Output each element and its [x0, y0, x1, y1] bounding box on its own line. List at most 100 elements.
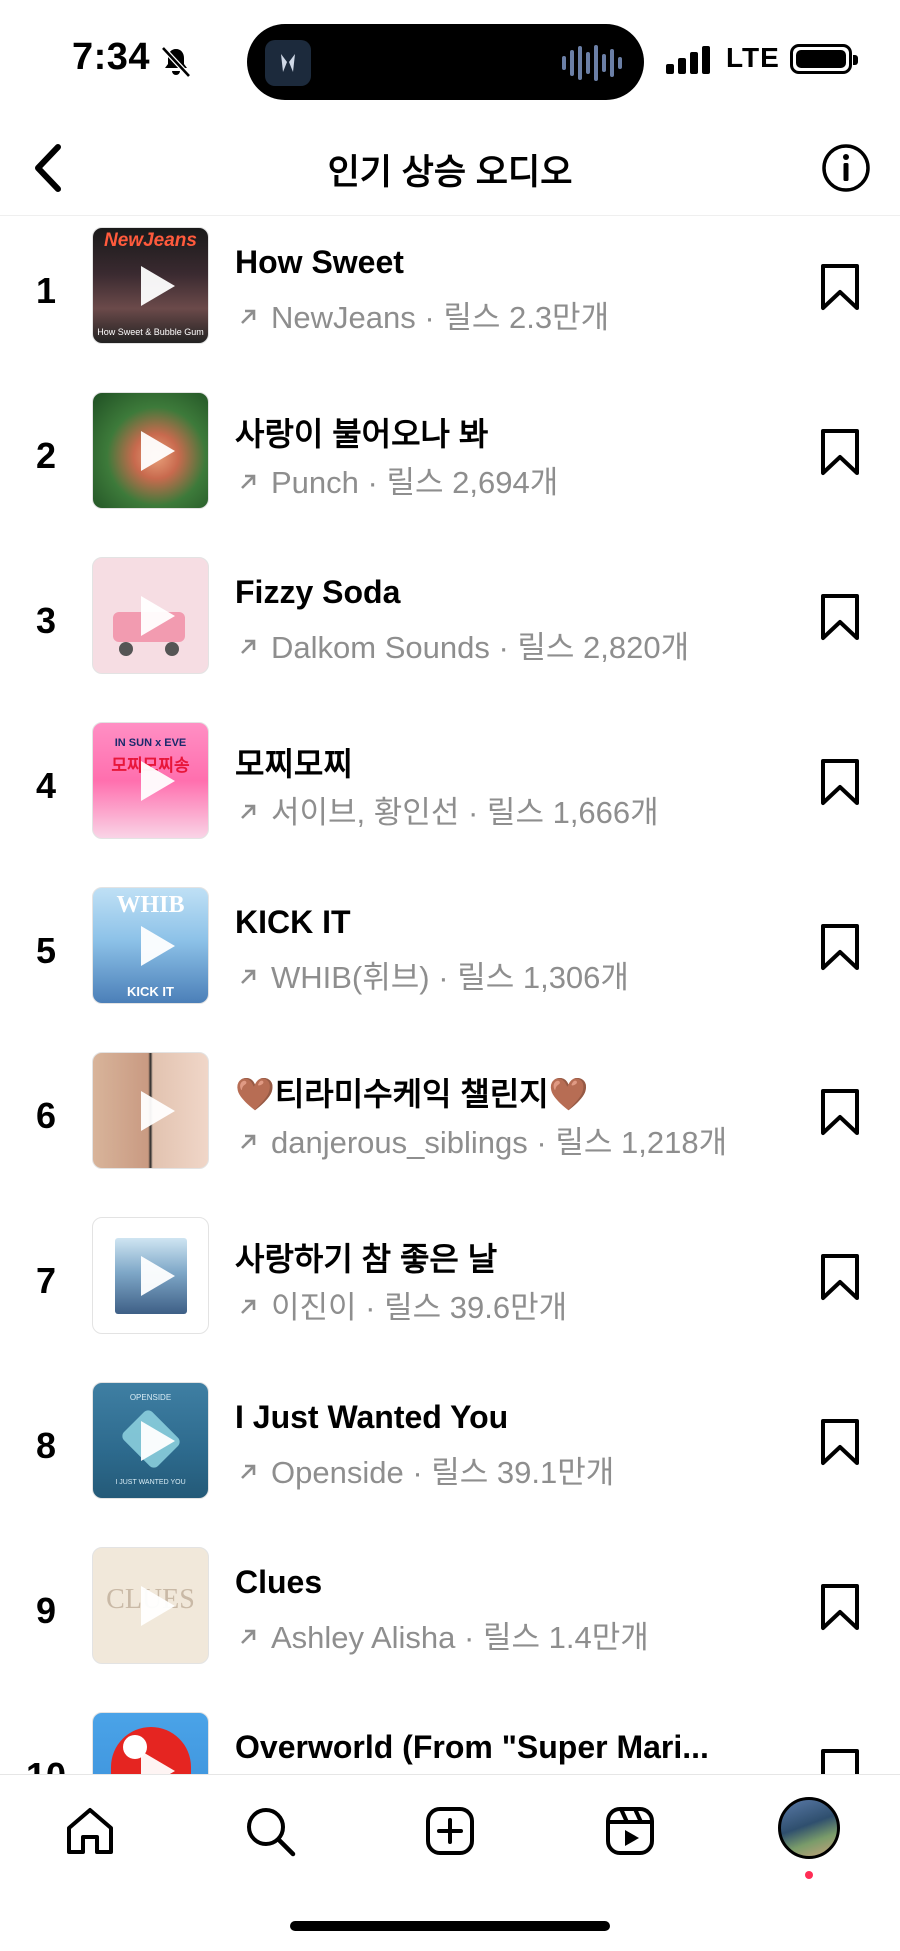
bookmark-icon[interactable] [818, 1087, 862, 1137]
track-reels-count: 릴스 2,694개 [386, 465, 559, 500]
track-rank: 7 [35, 1260, 57, 1301]
track-artist: Ashley Alisha [271, 1620, 456, 1655]
album-art[interactable] [92, 1052, 209, 1169]
trending-arrow-icon [241, 1629, 256, 1644]
bookmark-icon[interactable] [818, 1747, 862, 1776]
trending-audio-screen: 7:34 LTE 인기 상승 오디오 1 NewJeans How Sweet … [0, 0, 900, 1951]
track-reels-count: 릴스 2,820개 [517, 630, 690, 665]
play-icon [140, 595, 175, 636]
album-art-label: OPENSIDE [129, 1393, 172, 1402]
play-icon [140, 1585, 175, 1626]
nav-header: 인기 상승 오디오 [0, 120, 900, 216]
track-reels-count: 릴스 1,306개 [457, 960, 629, 995]
track-title: How Sweet [235, 244, 404, 280]
album-art[interactable]: IN SUN x EVE 모찌모찌송 [92, 722, 209, 839]
track-title: I Just Wanted You [235, 1399, 509, 1435]
track-meta: Openside · 릴스 39.1만개 [235, 1447, 795, 1492]
track-row[interactable]: 7 사랑하기 참 좋은 날 이진이 · 릴스 39.6만개 [0, 1206, 900, 1371]
album-art-sublabel: How Sweet & Bubble Gum [97, 327, 204, 337]
track-row[interactable]: 8 OPENSIDE I JUST WANTED YOU I Just Want… [0, 1371, 900, 1536]
trending-arrow-icon [241, 309, 256, 324]
track-meta: NewJeans · 릴스 2.3만개 [235, 292, 795, 337]
bookmark-icon[interactable] [818, 427, 862, 477]
track-artist: danjerous_siblings [271, 1125, 528, 1160]
track-row[interactable]: 10 Overworld (From "Super Mari... [0, 1701, 900, 1776]
tab-search[interactable] [238, 1799, 302, 1863]
search-icon [247, 1808, 296, 1857]
track-meta: Punch · 릴스 2,694개 [235, 457, 795, 502]
album-art[interactable] [92, 392, 209, 509]
status-time: 7:34 [72, 36, 151, 78]
track-meta: 이진이 · 릴스 39.6만개 [235, 1282, 795, 1327]
track-rank: 4 [35, 765, 57, 806]
track-row[interactable]: 2 사랑이 불어오나 봐 Punch · 릴스 2,694개 [0, 381, 900, 546]
track-rank: 10 [25, 1755, 67, 1776]
create-icon [426, 1807, 474, 1855]
track-reels-count: 릴스 1,666개 [486, 795, 659, 830]
album-art[interactable] [92, 1712, 209, 1776]
trending-audio-list: 1 NewJeans How Sweet & Bubble Gum How Sw… [0, 216, 900, 1776]
trending-arrow-icon [241, 639, 256, 654]
play-icon [140, 1420, 175, 1461]
tab-create[interactable] [418, 1799, 482, 1863]
track-artist: Dalkom Sounds [271, 630, 490, 665]
track-title: Overworld (From "Super Mari... [235, 1729, 709, 1765]
track-reels-count: 릴스 2.3만개 [443, 300, 610, 335]
profile-avatar[interactable] [778, 1797, 840, 1859]
album-art[interactable] [92, 1217, 209, 1334]
track-row[interactable]: 5 WHIB KICK IT KICK IT WHIB(휘브) · 릴스 1,3… [0, 876, 900, 1041]
trending-arrow-icon [241, 1464, 256, 1479]
bookmark-icon[interactable] [818, 757, 862, 807]
track-meta: Ashley Alisha · 릴스 1.4만개 [235, 1612, 795, 1657]
bookmark-icon[interactable] [818, 262, 862, 312]
album-art[interactable]: CLUES [92, 1547, 209, 1664]
info-icon[interactable] [820, 142, 872, 194]
album-art[interactable]: NewJeans How Sweet & Bubble Gum [92, 227, 209, 344]
album-art[interactable]: OPENSIDE I JUST WANTED YOU [92, 1382, 209, 1499]
trending-arrow-icon [241, 474, 256, 489]
trending-arrow-icon [241, 969, 256, 984]
play-icon [140, 430, 175, 471]
bottom-tab-bar [0, 1774, 900, 1951]
track-title: Fizzy Soda [235, 574, 401, 610]
network-type: LTE [726, 42, 780, 73]
bookmark-icon[interactable] [818, 1252, 862, 1302]
reels-icon [606, 1807, 654, 1855]
play-icon [140, 1255, 175, 1296]
bookmark-icon[interactable] [818, 922, 862, 972]
bookmark-icon[interactable] [818, 1582, 862, 1632]
track-rank: 9 [35, 1590, 57, 1631]
track-row[interactable]: 3 Fizzy Soda Dalkom Sounds · 릴스 2,820개 [0, 546, 900, 711]
tab-reels[interactable] [598, 1799, 662, 1863]
status-bar: 7:34 LTE [0, 0, 900, 120]
play-icon [140, 925, 175, 966]
track-artist: NewJeans [271, 300, 416, 335]
home-indicator[interactable] [290, 1921, 610, 1931]
track-row[interactable]: 1 NewJeans How Sweet & Bubble Gum How Sw… [0, 216, 900, 381]
track-row[interactable]: 9 CLUES Clues Ashley Alisha · 릴스 1.4만개 [0, 1536, 900, 1701]
dynamic-island[interactable] [247, 24, 644, 100]
home-icon [67, 1808, 113, 1854]
track-row[interactable]: 4 IN SUN x EVE 모찌모찌송 모찌모찌 서이브, 황인선 · 릴스 … [0, 711, 900, 876]
album-art-sublabel: I JUST WANTED YOU [115, 1479, 186, 1486]
bookmark-icon[interactable] [818, 1417, 862, 1467]
track-artist: 이진이 [271, 1290, 357, 1325]
track-title: 모찌모찌 [235, 746, 353, 782]
play-icon [140, 265, 175, 306]
trending-arrow-icon [241, 1299, 256, 1314]
cellular-signal-icon [666, 46, 710, 74]
bookmark-icon[interactable] [818, 592, 862, 642]
tab-home[interactable] [58, 1799, 122, 1863]
play-icon [140, 760, 175, 801]
track-meta: 서이브, 황인선 · 릴스 1,666개 [235, 787, 795, 832]
notification-dot [805, 1871, 813, 1879]
track-artist: Openside [271, 1455, 404, 1490]
track-rank: 8 [35, 1425, 57, 1466]
play-icon [140, 1090, 175, 1131]
album-art[interactable]: WHIB KICK IT [92, 887, 209, 1004]
track-row[interactable]: 6 🤎티라미수케익 챌린지🤎 danjerous_siblings · 릴스 1… [0, 1041, 900, 1206]
track-rank: 2 [35, 435, 57, 476]
track-reels-count: 릴스 39.6만개 [384, 1290, 568, 1325]
track-artist: Punch [271, 465, 359, 500]
album-art[interactable] [92, 557, 209, 674]
